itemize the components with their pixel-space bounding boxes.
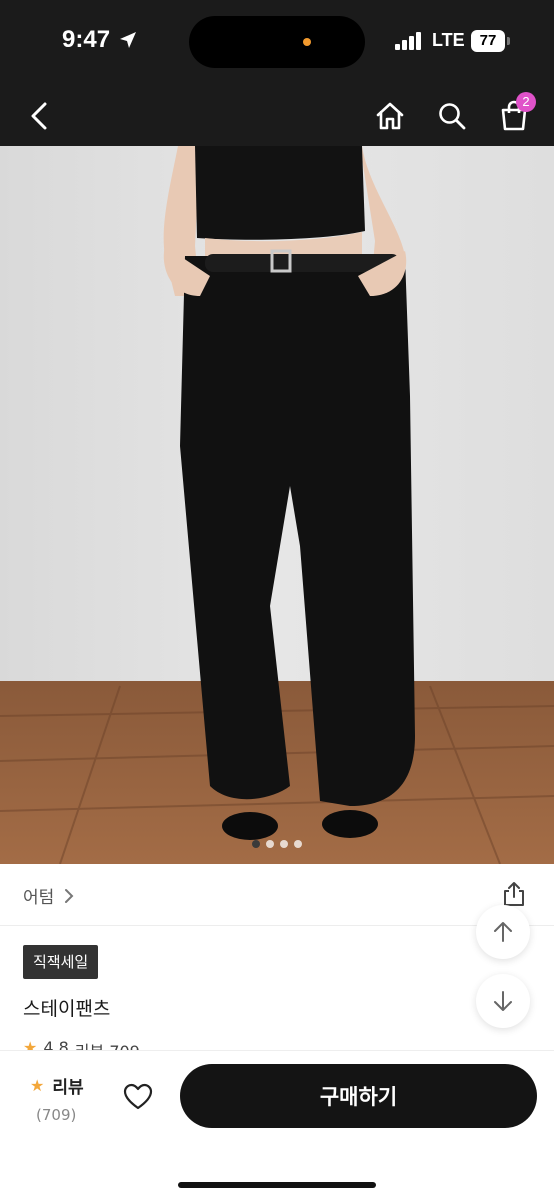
wishlist-button[interactable] (120, 1079, 156, 1115)
share-icon (504, 882, 524, 906)
review-label: 리뷰 (52, 1078, 84, 1098)
search-button[interactable] (428, 86, 476, 146)
status-time: 9:47 (62, 26, 111, 53)
carousel-dots (0, 840, 554, 852)
heart-icon (123, 1083, 153, 1110)
search-icon (439, 103, 466, 130)
home-indicator (178, 1182, 376, 1188)
battery-tip (507, 37, 510, 45)
dynamic-island (189, 16, 365, 68)
cart-button[interactable]: 2 (490, 86, 538, 146)
carousel-dot[interactable] (252, 840, 260, 848)
cart-count-badge: 2 (516, 92, 536, 112)
carousel-dot[interactable] (266, 840, 274, 848)
top-nav-bar: 2 (0, 86, 554, 146)
status-bar: 9:47 LTE 77 (0, 0, 554, 86)
product-name: 스테이팬츠 (23, 998, 111, 1020)
arrow-down-icon (494, 991, 512, 1011)
brand-link[interactable]: 어텀 (23, 883, 74, 908)
share-button[interactable] (500, 880, 528, 908)
carousel-dot[interactable] (280, 840, 288, 848)
scroll-bottom-button[interactable] (476, 974, 530, 1028)
brand-row: 어텀 (0, 864, 554, 926)
arrow-up-icon (494, 922, 512, 942)
review-count: (709) (36, 1106, 77, 1124)
brand-name: 어텀 (23, 888, 55, 908)
chevron-right-icon (65, 888, 74, 903)
back-button[interactable] (15, 86, 63, 146)
review-shortcut[interactable]: ★ 리뷰 (709) (30, 1073, 84, 1124)
product-image[interactable] (0, 146, 554, 864)
network-label: LTE (432, 30, 465, 50)
home-button[interactable] (366, 86, 414, 146)
carousel-dot[interactable] (294, 840, 302, 848)
location-arrow-icon (118, 30, 138, 54)
sale-tag: 직잭세일 (23, 945, 99, 979)
buy-button[interactable]: 구매하기 (180, 1064, 537, 1128)
star-icon: ★ (30, 1076, 45, 1095)
battery-icon: 77 (471, 30, 505, 52)
product-photo (0, 146, 554, 864)
bottom-action-bar: ★ 리뷰 (709) 구매하기 (0, 1050, 554, 1200)
signal-icon (395, 32, 423, 54)
home-icon (376, 102, 404, 130)
privacy-indicator-icon (303, 38, 311, 46)
scroll-top-button[interactable] (476, 905, 530, 959)
chevron-left-icon (31, 102, 47, 130)
